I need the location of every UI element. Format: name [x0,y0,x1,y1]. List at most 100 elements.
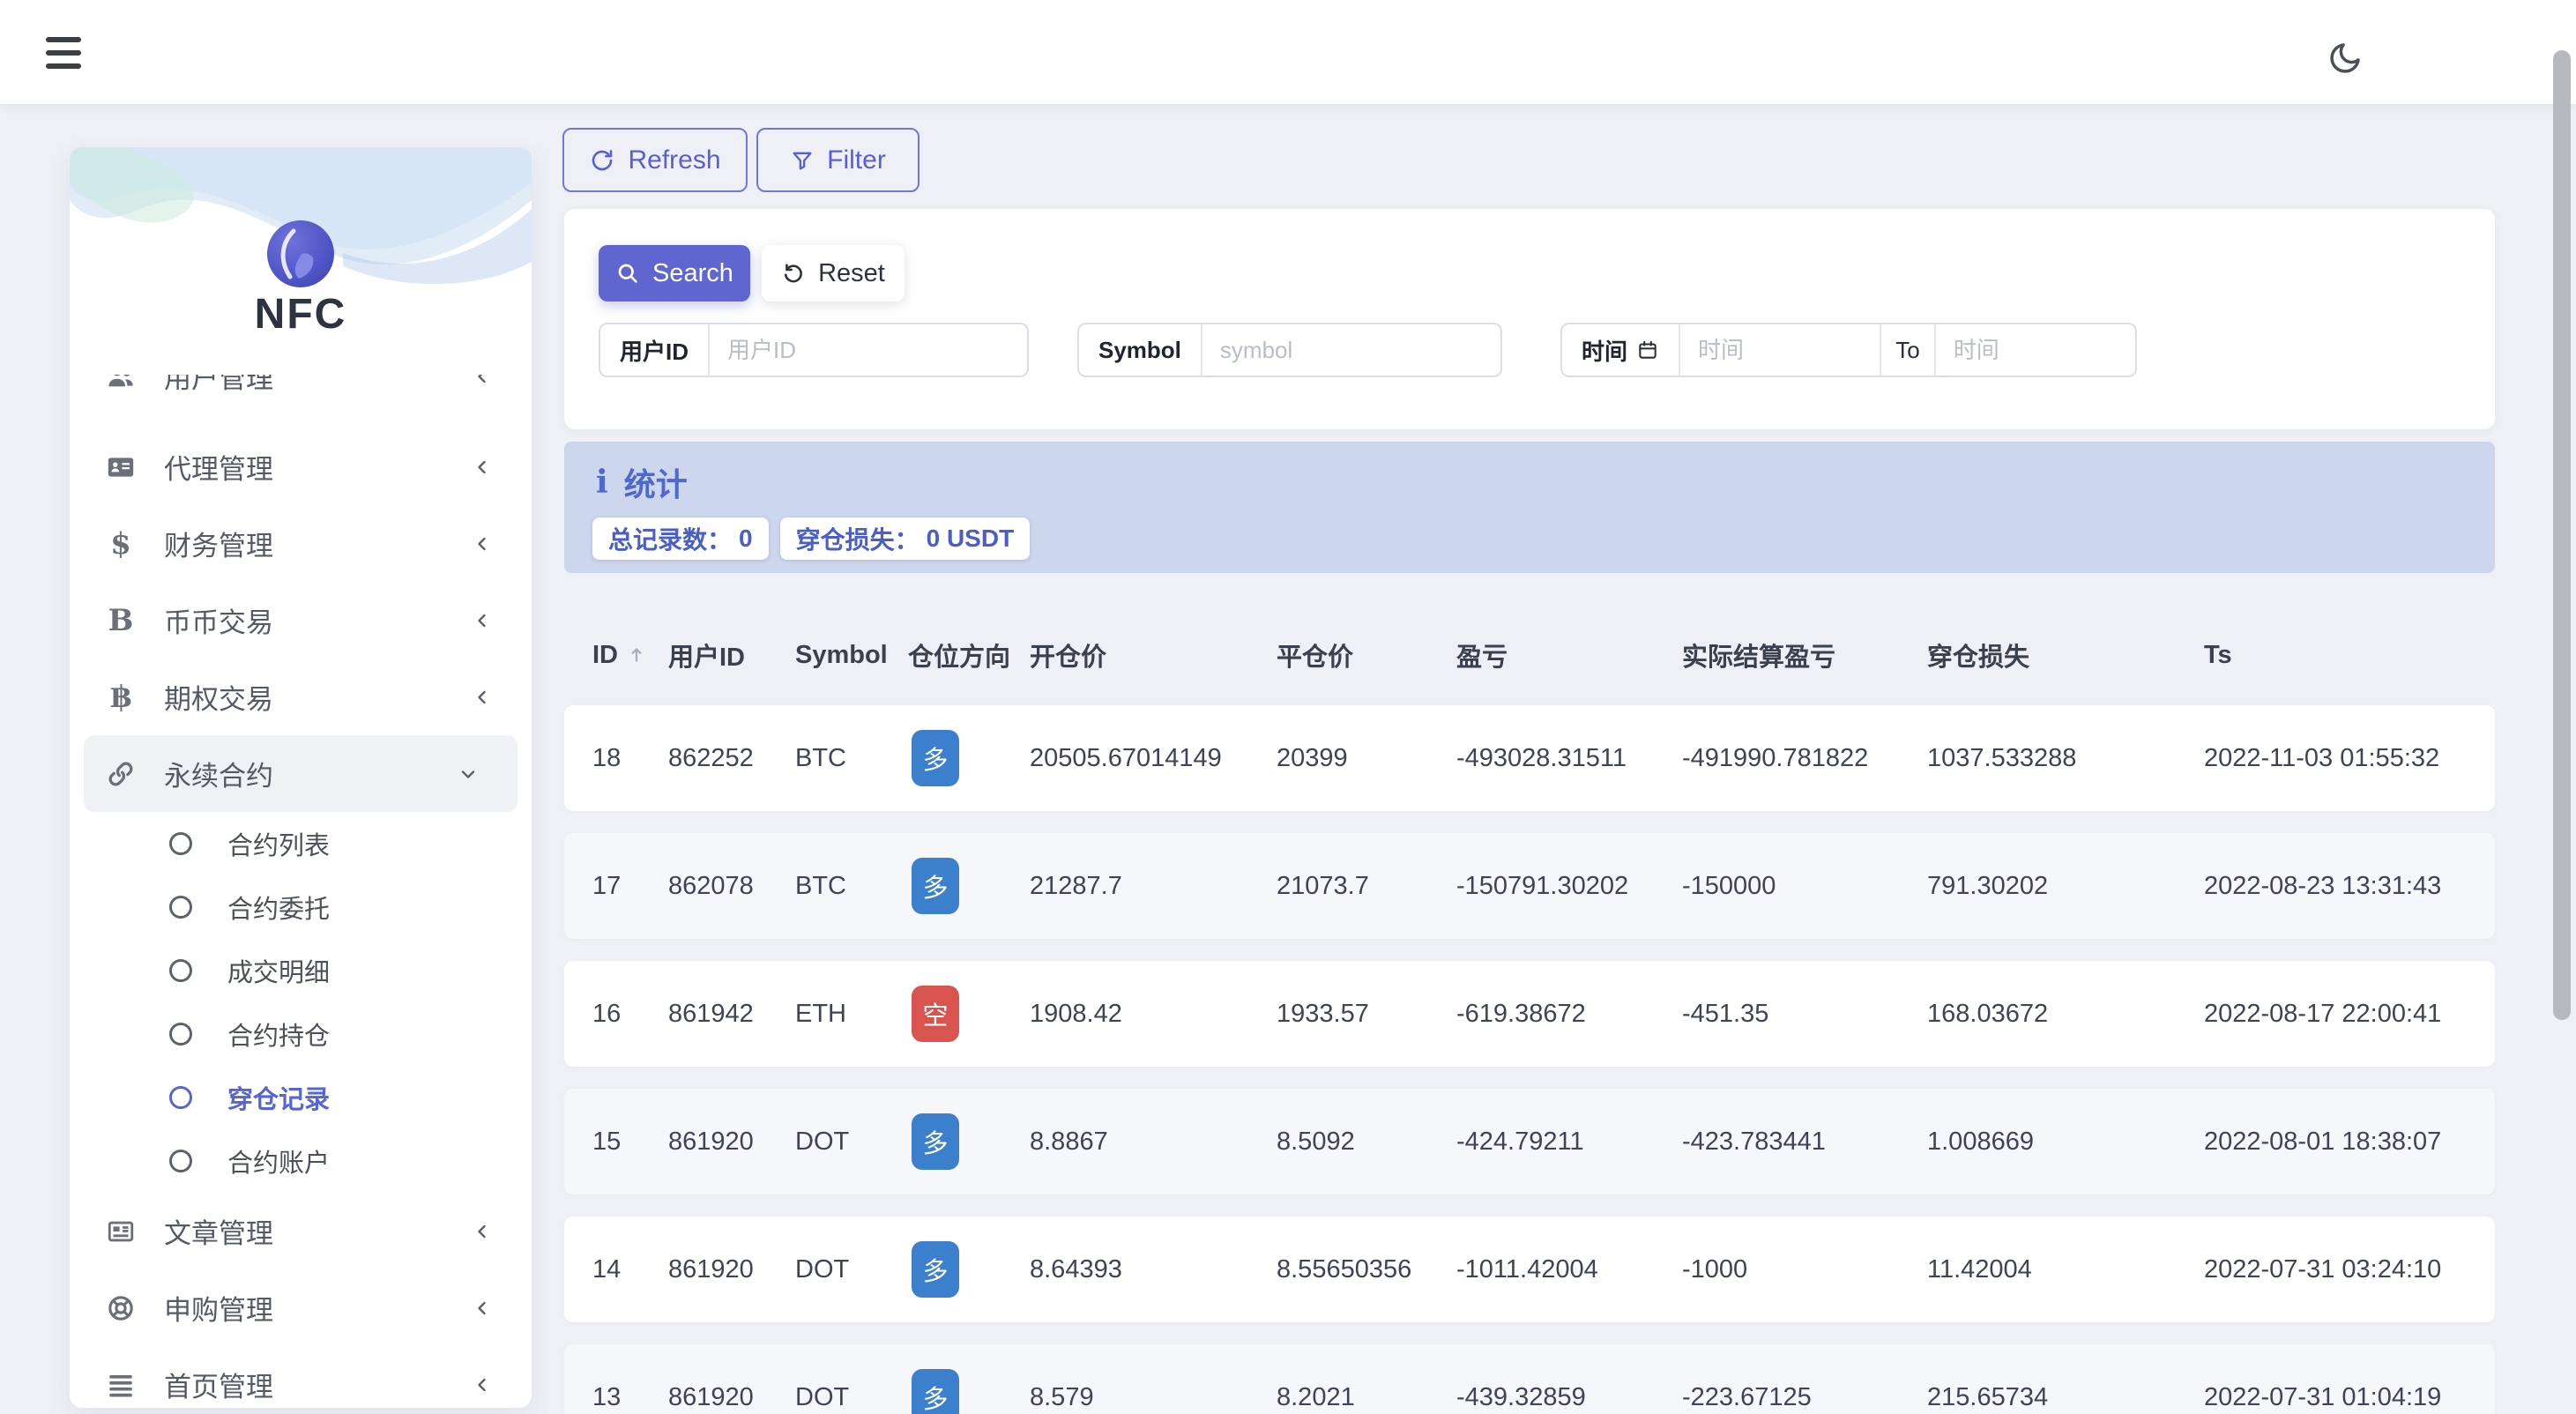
cell-user_id: 861920 [668,1382,754,1411]
cell-direction: 多 [908,1113,1030,1170]
cell-symbol: ETH [795,999,846,1028]
time-to-input[interactable] [1935,324,2135,376]
cell-open_price: 20505.67014149 [1030,743,1222,772]
column-header-label: Ts [2204,640,2232,669]
chevron-left-icon [472,1374,493,1395]
stat-badge-1: 穿仓损失： 0 USDT [779,517,1031,560]
filter-button[interactable]: Filter [756,128,919,192]
reset-label: Reset [818,258,885,287]
cell-direction: 多 [908,730,1030,786]
stat-badge-label: 穿仓损失： [795,526,919,554]
table-row: 15 861920 DOT 多 8.8867 8.5092 -424.79211 -423.7… [564,1089,2495,1194]
cell-open_price: 8.8867 [1030,1127,1108,1156]
reset-button[interactable]: Reset [762,245,905,301]
sidebar-subitem-10[interactable]: 穿仓记录 [70,1066,532,1129]
sort-ascending-icon [625,644,648,666]
page-scrollbar[interactable] [2553,50,2571,1020]
column-header-label: 盈亏 [1456,644,1508,672]
direction-long-badge: 多 [912,730,959,786]
search-panel: Search Reset 用户ID Symbol 时间 [564,209,2495,429]
sidebar-item-4[interactable]: ฿ 期权交易 [70,659,532,735]
sidebar-subitem-7[interactable]: 合约委托 [70,875,532,939]
refresh-icon [589,147,615,174]
sidebar-item-13[interactable]: 申购管理 [70,1269,532,1346]
cell-id: 13 [592,1382,622,1411]
stats-panel: i 统计 总记录数： 0 穿仓损失： 0 USDT [564,442,2495,573]
column-header-label: 实际结算盈亏 [1682,644,1836,672]
stat-badge-label: 总记录数： [608,526,733,554]
time-field-group: 时间 To [1560,323,2137,377]
cell-settled_pnl: -451.35 [1682,999,1769,1028]
chevron-left-icon [472,457,493,478]
circle-icon [169,896,192,919]
symbol-input[interactable] [1202,324,1500,376]
list-icon [105,1369,137,1401]
sidebar-item-label: 用户管理 [164,375,273,394]
table-row: 14 861920 DOT 多 8.64393 8.55650356 -1011.42004… [564,1217,2495,1322]
table-row: 18 862252 BTC 多 20505.67014149 20399 -493028.3… [564,705,2495,811]
refresh-button[interactable]: Refresh [562,128,748,192]
column-header-label: Symbol [795,640,888,669]
sidebar-subitem-label: 合约列表 [227,832,331,860]
cell-close_price: 8.55650356 [1277,1254,1412,1284]
moon-icon[interactable] [2322,35,2368,81]
cell-pnl: -1011.42004 [1456,1254,1598,1284]
cell-open_price: 1908.42 [1030,999,1122,1028]
cell-ts: 2022-08-17 22:00:41 [2204,999,2442,1028]
cell-close_price: 8.5092 [1277,1127,1355,1156]
table-row: 13 861920 DOT 多 8.579 8.2021 -439.32859 -223.67… [564,1344,2495,1414]
search-label: Search [652,258,733,287]
circle-icon [169,959,192,982]
cell-id: 15 [592,1127,622,1156]
brand-logo [267,220,334,287]
cell-user_id: 861920 [668,1254,754,1284]
sidebar-item-5[interactable]: 永续合约 [84,735,517,812]
sidebar-item-14[interactable]: 首页管理 [70,1346,532,1408]
circle-icon [169,832,192,855]
reset-icon [781,261,806,286]
sidebar-item-0[interactable]: 用户管理 [70,375,532,414]
sidebar-subitem-8[interactable]: 成交明细 [70,939,532,1002]
sidebar-subitem-label: 成交明细 [227,959,331,987]
column-header-1: 用户ID [668,636,795,674]
cell-close_price: 20399 [1277,743,1348,772]
sidebar-item-1[interactable]: 代理管理 [70,428,532,505]
direction-long-badge: 多 [912,1241,959,1298]
user-id-label: 用户ID [600,324,711,376]
sidebar-item-label: 财务管理 [164,531,273,562]
admin-screen: NFC 用户管理 代理管理 $ 财务管理 B 币币交易 ฿ 期权交易 永续合约 合约列表 合约委托成… [0,0,2576,1414]
cell-pnl: -424.79211 [1456,1127,1584,1156]
column-header-0[interactable]: ID [592,641,668,670]
cell-settled_pnl: -150000 [1682,871,1776,900]
search-button[interactable]: Search [599,245,750,301]
sidebar-item-label: 文章管理 [164,1218,273,1249]
hamburger-menu-icon[interactable] [46,37,81,69]
circle-icon [169,1086,192,1109]
user-id-field-group: 用户ID [599,323,1029,377]
cell-pnl: -439.32859 [1456,1382,1586,1411]
cell-user_id: 862252 [668,743,754,772]
sidebar-subitem-11[interactable]: 合约账户 [70,1129,532,1193]
cell-user_id: 861942 [668,999,754,1028]
sidebar-subitem-label: 穿仓记录 [227,1086,331,1114]
column-header-label: 用户ID [668,644,746,672]
link-icon [105,758,137,790]
sidebar-item-2[interactable]: $ 财务管理 [70,505,532,582]
sidebar-item-12[interactable]: 文章管理 [70,1193,532,1269]
cell-symbol: DOT [795,1127,850,1156]
sidebar-subitem-6[interactable]: 合约列表 [70,812,532,875]
sidebar-item-3[interactable]: B 币币交易 [70,582,532,659]
cell-ts: 2022-07-31 01:04:19 [2204,1382,2442,1411]
time-from-input[interactable] [1680,324,1880,376]
cell-loss: 215.65734 [1927,1382,2049,1411]
stat-badge-value: 0 USDT [926,525,1015,552]
cell-direction: 多 [908,858,1030,914]
user-id-input[interactable] [710,324,1027,376]
dollar-icon: $ [110,525,131,562]
chevron-left-icon [472,1298,493,1319]
chevron-down-icon [458,763,479,785]
column-header-9: Ts [2204,641,2495,670]
time-label: 时间 [1562,324,1681,376]
sidebar-subitem-9[interactable]: 合约持仓 [70,1002,532,1066]
id-card-icon [105,451,137,483]
